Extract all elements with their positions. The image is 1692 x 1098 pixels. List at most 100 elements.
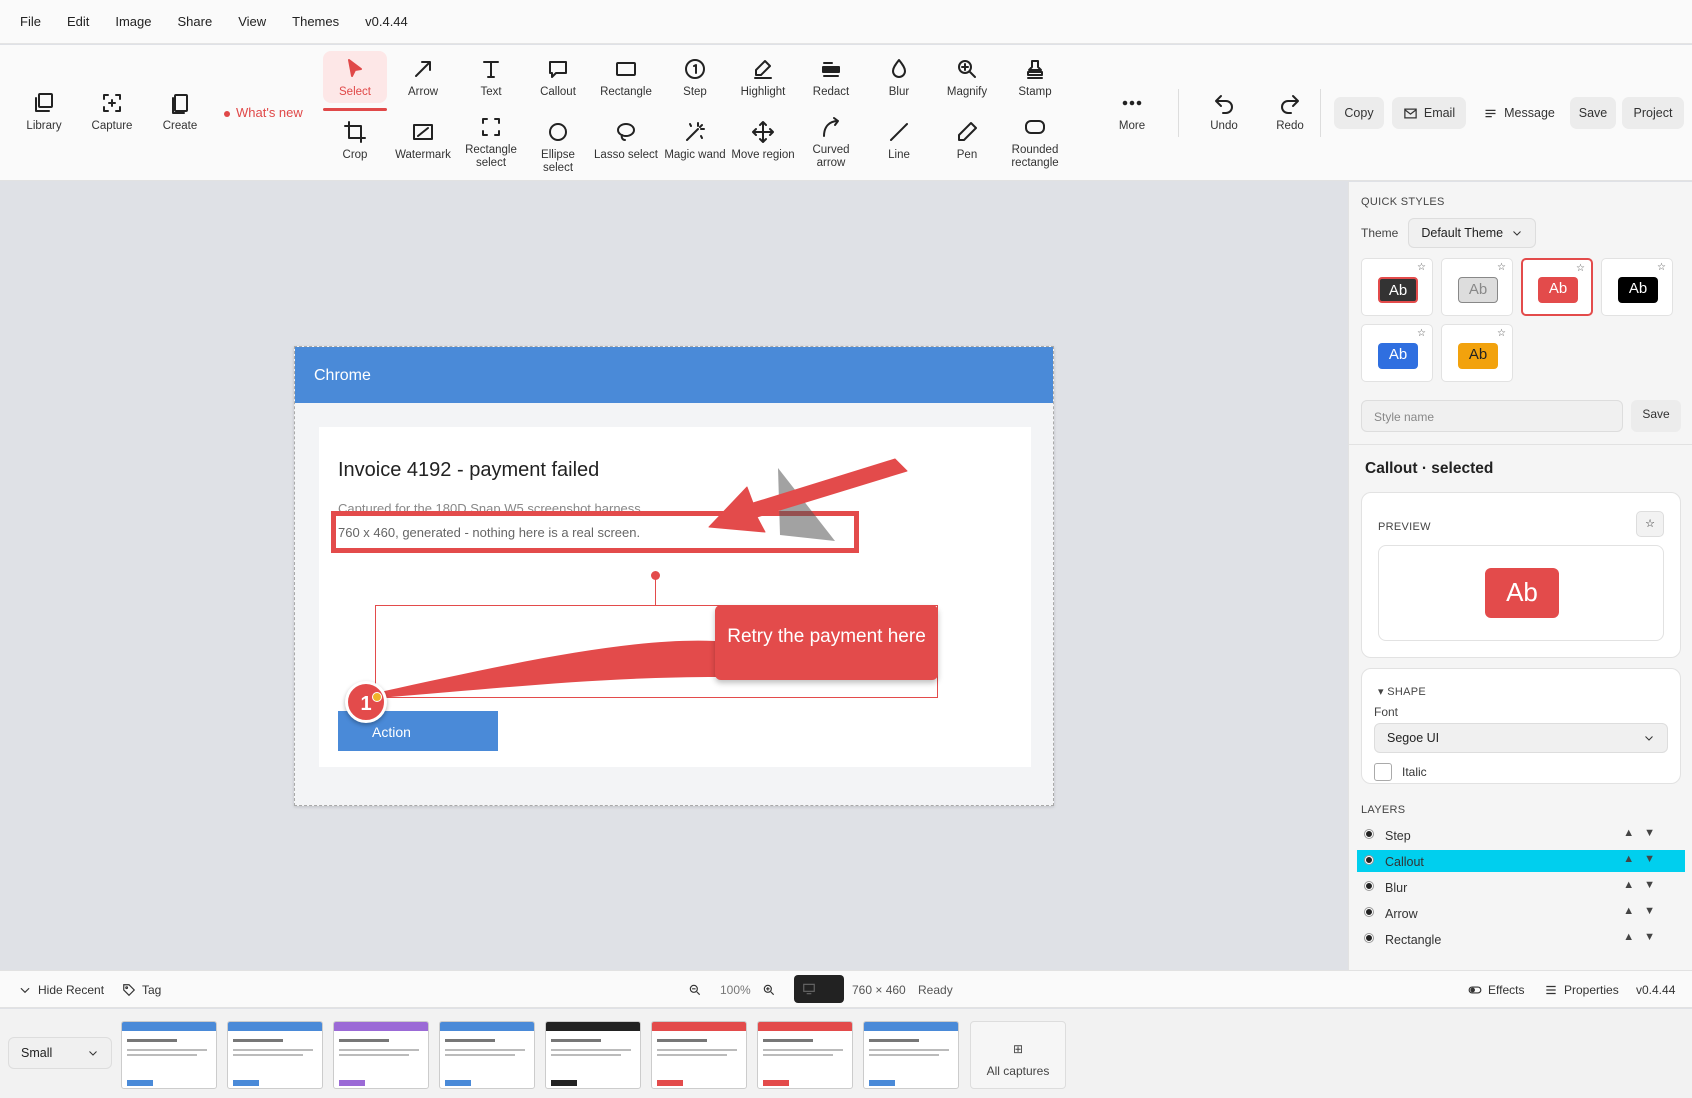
recent-thumbnail[interactable]: [757, 1021, 853, 1089]
recent-thumbnail[interactable]: [651, 1021, 747, 1089]
menu-share[interactable]: Share: [178, 14, 213, 29]
more-button[interactable]: More: [1102, 91, 1162, 133]
tool-line[interactable]: Line: [869, 120, 929, 162]
blur-icon: [892, 59, 906, 78]
style-name-input[interactable]: Style name: [1361, 400, 1623, 432]
recent-thumbnail[interactable]: [439, 1021, 535, 1089]
undo-button[interactable]: Undo: [1194, 91, 1254, 133]
tool-rectangle[interactable]: Rectangle: [596, 57, 656, 99]
tag-button[interactable]: Tag: [122, 983, 161, 997]
star-icon[interactable]: ☆: [1417, 328, 1426, 339]
fit-to-screen-button[interactable]: [794, 975, 844, 1003]
star-icon[interactable]: ☆: [1497, 262, 1506, 273]
layer-callout[interactable]: Callout ▲▼: [1357, 850, 1685, 872]
step-annotation[interactable]: 1: [345, 681, 387, 723]
star-icon[interactable]: ☆: [1576, 263, 1585, 274]
layer-rectangle[interactable]: Rectangle ▲▼: [1357, 928, 1685, 950]
recent-thumbnail[interactable]: [863, 1021, 959, 1089]
style-swatch-outline[interactable]: Ab ☆: [1441, 258, 1513, 316]
visibility-icon[interactable]: [1365, 882, 1373, 890]
layer-reorder-arrows[interactable]: ▲▼: [1623, 853, 1665, 865]
favorite-star-button[interactable]: ☆: [1636, 511, 1664, 537]
font-select[interactable]: Segoe UI: [1374, 723, 1668, 753]
tool-callout[interactable]: Callout: [528, 57, 588, 99]
tool-stamp[interactable]: Stamp: [1005, 57, 1065, 99]
italic-checkbox[interactable]: [1374, 763, 1392, 781]
redo-button[interactable]: Redo: [1260, 91, 1320, 133]
style-swatch-red[interactable]: Ab ☆: [1521, 258, 1593, 316]
layer-reorder-arrows[interactable]: ▲▼: [1623, 931, 1665, 943]
create-button[interactable]: Create: [160, 91, 200, 133]
tool-lasso-select[interactable]: Lasso select: [593, 120, 659, 162]
project-button[interactable]: Project: [1622, 97, 1684, 129]
save-style-button[interactable]: Save: [1631, 400, 1681, 432]
all-captures-button[interactable]: ⊞ All captures: [970, 1021, 1066, 1089]
thumbnail-size-select[interactable]: Small: [8, 1037, 112, 1069]
layer-blur[interactable]: Blur ▲▼: [1357, 876, 1685, 898]
tool-highlight[interactable]: Highlight: [732, 57, 794, 99]
layer-reorder-arrows[interactable]: ▲▼: [1623, 827, 1665, 839]
layer-reorder-arrows[interactable]: ▲▼: [1623, 879, 1665, 891]
tool-rounded-rectangle[interactable]: Rounded rectangle: [1003, 115, 1067, 170]
layer-reorder-arrows[interactable]: ▲▼: [1623, 905, 1665, 917]
tool-watermark[interactable]: Watermark: [391, 120, 455, 162]
visibility-icon[interactable]: [1365, 830, 1373, 838]
zoom-out-button[interactable]: [688, 983, 702, 997]
capture-icon: [103, 94, 121, 112]
message-button[interactable]: Message: [1474, 97, 1564, 129]
recent-thumbnail[interactable]: [121, 1021, 217, 1089]
tool-arrow[interactable]: Arrow: [393, 57, 453, 99]
visibility-icon[interactable]: [1365, 908, 1373, 916]
capture-button[interactable]: Capture: [90, 91, 134, 133]
email-button[interactable]: Email: [1392, 97, 1466, 129]
zoom-in-button[interactable]: [762, 983, 776, 997]
tool-blur[interactable]: Blur: [869, 57, 929, 99]
tool-crop[interactable]: Crop: [325, 120, 385, 162]
theme-select[interactable]: Default Theme: [1408, 218, 1537, 248]
tool-curved-arrow[interactable]: Curved arrow: [804, 115, 858, 170]
layer-step[interactable]: Step ▲▼: [1357, 824, 1685, 846]
menu-file[interactable]: File: [20, 14, 41, 29]
editor-canvas[interactable]: Chrome Invoice 4192 - payment failed Cap…: [0, 182, 1348, 970]
star-icon[interactable]: ☆: [1657, 262, 1666, 273]
recent-thumbnail[interactable]: [227, 1021, 323, 1089]
hide-recent-button[interactable]: Hide Recent: [18, 983, 104, 997]
style-swatch-orange[interactable]: Ab ☆: [1441, 324, 1513, 382]
recent-thumbnail[interactable]: [333, 1021, 429, 1089]
style-swatch-black[interactable]: Ab ☆: [1601, 258, 1673, 316]
visibility-icon[interactable]: [1365, 934, 1373, 942]
effects-button[interactable]: Effects: [1468, 983, 1524, 997]
tool-magnify[interactable]: Magnify: [937, 57, 997, 99]
copy-button[interactable]: Copy: [1334, 97, 1384, 129]
whats-new-link[interactable]: What's new: [224, 105, 303, 120]
menu-image[interactable]: Image: [115, 14, 151, 29]
star-icon[interactable]: ☆: [1497, 328, 1506, 339]
tool-redact[interactable]: Redact: [801, 57, 861, 99]
tool-ellipse-select[interactable]: Ellipse select: [525, 120, 591, 175]
tool-text[interactable]: Text: [461, 57, 521, 99]
visibility-icon[interactable]: [1365, 856, 1373, 864]
menu-edit[interactable]: Edit: [67, 14, 89, 29]
recent-thumbnail[interactable]: [545, 1021, 641, 1089]
library-button[interactable]: Library: [24, 91, 64, 133]
screenshot-image[interactable]: Chrome Invoice 4192 - payment failed Cap…: [294, 346, 1054, 806]
rotate-handle[interactable]: [651, 571, 660, 580]
menu-view[interactable]: View: [238, 14, 266, 29]
tool-pen[interactable]: Pen: [937, 120, 997, 162]
tool-step[interactable]: Step: [665, 57, 725, 99]
tool-magic-wand[interactable]: Magic wand: [662, 120, 728, 162]
menu-themes[interactable]: Themes: [292, 14, 339, 29]
callout-anchor-handle[interactable]: [372, 692, 382, 702]
style-swatch-blue[interactable]: Ab ☆: [1361, 324, 1433, 382]
layer-arrow[interactable]: Arrow ▲▼: [1357, 902, 1685, 924]
callout-annotation[interactable]: Retry the payment here: [715, 605, 938, 680]
tool-rectangle-select[interactable]: Rectangle select: [461, 115, 521, 170]
zoom-level: 100%: [720, 983, 751, 997]
star-icon[interactable]: ☆: [1417, 262, 1426, 273]
tool-select[interactable]: Select: [323, 51, 387, 103]
style-swatch-dark-red[interactable]: Ab ☆: [1361, 258, 1433, 316]
properties-button[interactable]: Properties: [1544, 983, 1619, 997]
tool-move-region[interactable]: Move region: [730, 120, 796, 162]
save-button[interactable]: Save: [1570, 97, 1616, 129]
shape-heading[interactable]: ▾ SHAPE: [1378, 685, 1426, 698]
